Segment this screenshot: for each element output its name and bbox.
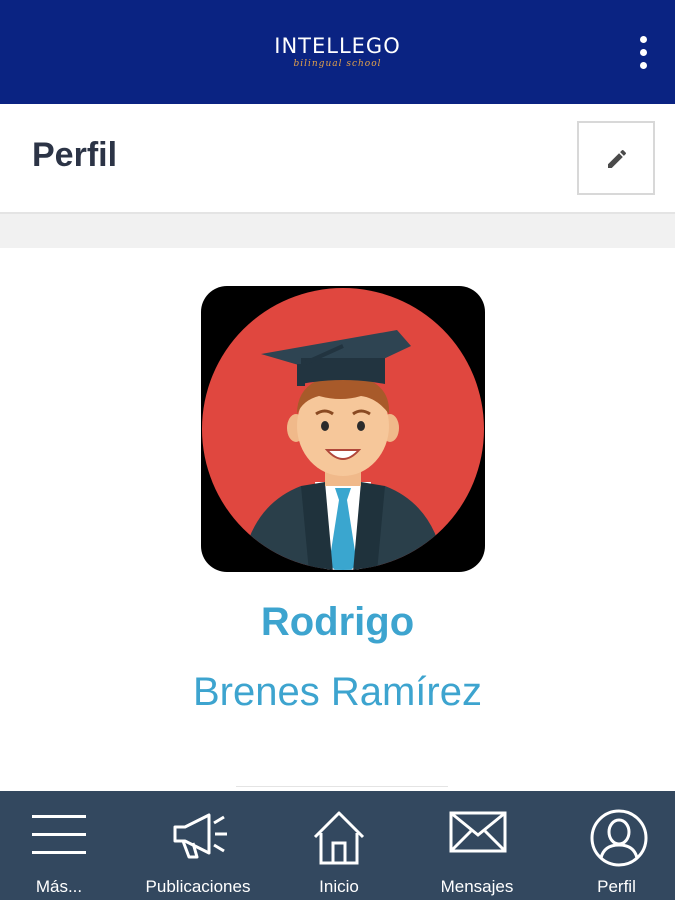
nav-item-publicaciones[interactable]: Publicaciones: [128, 791, 268, 900]
page-title: Perfil: [32, 136, 118, 174]
section-divider: [0, 214, 675, 248]
page-header: Perfil: [0, 104, 675, 214]
nav-label-publicaciones: Publicaciones: [145, 877, 251, 896]
nav-label-perfil: Perfil: [597, 877, 636, 896]
app-logo: INTELLEGO bilingual school: [0, 34, 675, 70]
avatar: [201, 286, 485, 572]
app-top-bar: INTELLEGO bilingual school: [0, 0, 675, 104]
nav-item-inicio[interactable]: Inicio: [280, 791, 398, 900]
overflow-menu-icon[interactable]: [630, 36, 658, 70]
user-icon: [590, 809, 648, 867]
nav-label-more: Más...: [35, 877, 83, 896]
logo-subtitle: bilingual school: [293, 59, 382, 69]
content-divider: [236, 786, 448, 787]
nav-item-mensajes[interactable]: Mensajes: [418, 791, 536, 900]
nav-item-perfil[interactable]: Perfil: [558, 791, 675, 900]
home-icon: [313, 811, 365, 865]
profile-first-name: Rodrigo: [260, 600, 415, 644]
profile-last-name: Brenes Ramírez: [193, 670, 482, 714]
nav-label-mensajes: Mensajes: [440, 877, 514, 896]
hamburger-icon: [32, 815, 86, 854]
edit-profile-button[interactable]: [577, 121, 655, 195]
pencil-icon: [608, 149, 627, 168]
nav-item-more[interactable]: Más...: [0, 791, 118, 900]
bottom-navigation-bar: Más... Publicaciones Inicio Mensajes Per…: [0, 791, 675, 900]
nav-label-inicio: Inicio: [319, 877, 359, 896]
graduate-avatar-image: [202, 288, 484, 570]
megaphone-icon: [173, 813, 227, 859]
logo-text: INTELLEGO: [274, 34, 401, 58]
envelope-icon: [449, 811, 507, 853]
